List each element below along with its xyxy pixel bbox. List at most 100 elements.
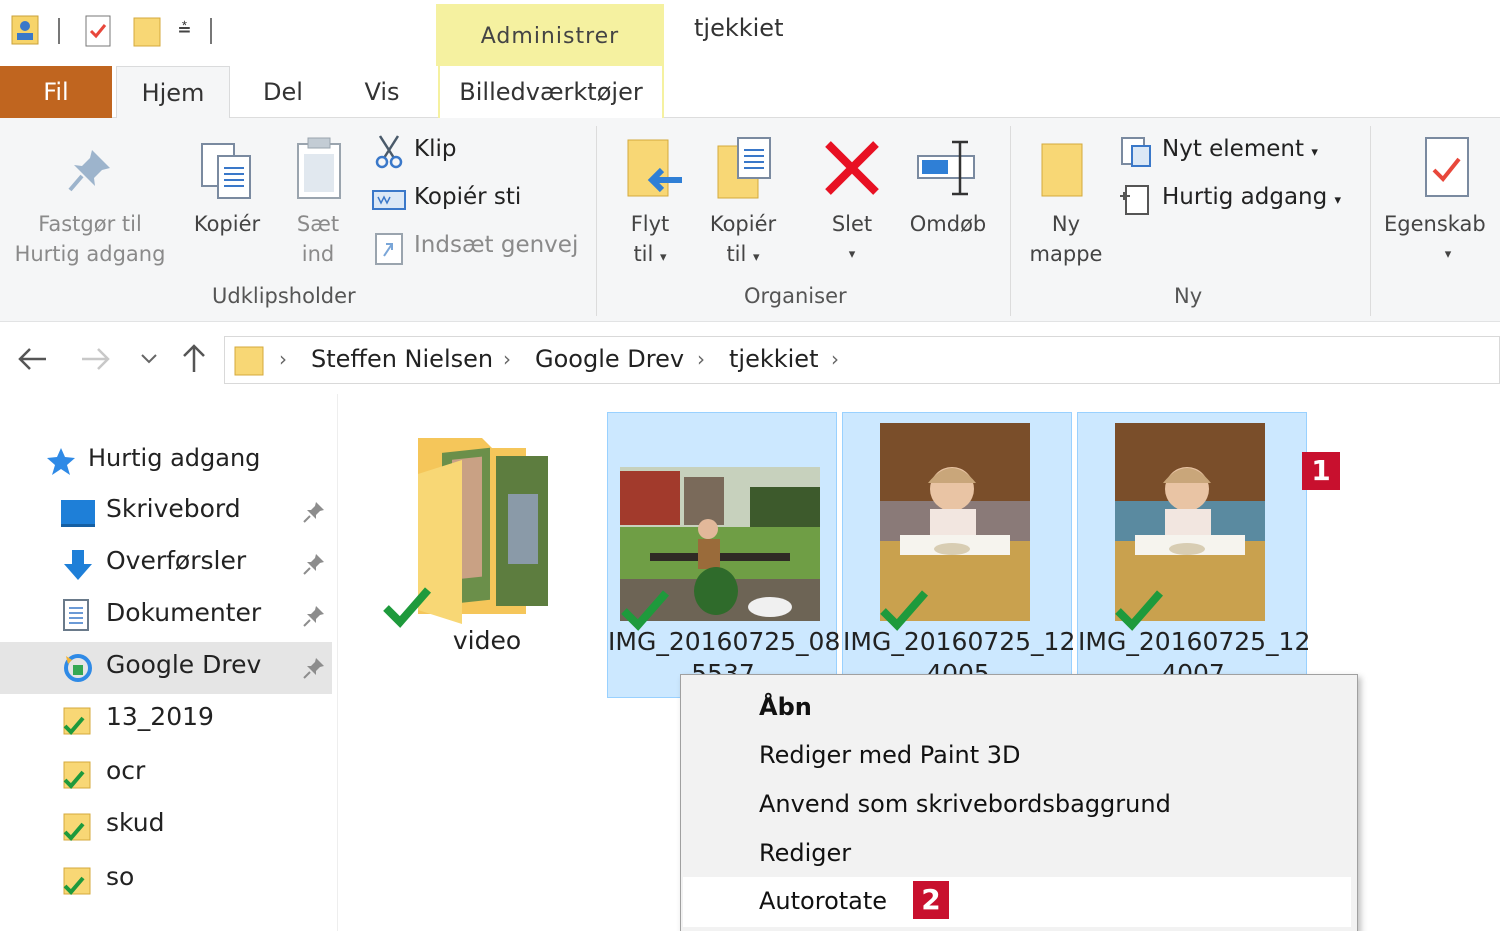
- new-folder-label-1: Ny: [1051, 212, 1081, 236]
- nav-item-folder[interactable]: skud: [0, 800, 332, 852]
- image-file-tile[interactable]: IMG_20160725_12 4007: [1077, 412, 1310, 698]
- breadcrumb-separator-icon[interactable]: ›: [503, 347, 511, 371]
- dropdown-arrow-icon: ▾: [1334, 193, 1342, 208]
- tab-file[interactable]: Fil: [0, 66, 112, 118]
- properties-button[interactable]: Egenskab ▾: [1378, 136, 1500, 276]
- context-tab-label: Administrer: [480, 24, 620, 49]
- video-folder-icon: [418, 438, 548, 624]
- breadcrumb-item[interactable]: tjekkiet: [729, 345, 818, 373]
- new-folder-button[interactable]: Ny mappe: [1020, 136, 1112, 276]
- title-bar: ⩮ Administrer tjekkiet: [0, 0, 1500, 66]
- rename-button[interactable]: Omdøb: [898, 136, 998, 276]
- documents-icon: [63, 599, 89, 631]
- sync-check-icon: [880, 590, 929, 631]
- paste-label-2: ind: [301, 242, 335, 266]
- paste-shortcut-icon: [375, 233, 403, 265]
- new-item-button[interactable]: Nyt element ▾: [1116, 132, 1366, 172]
- delete-label: Slet: [831, 212, 873, 236]
- breadcrumb-item[interactable]: Google Drev: [535, 345, 684, 373]
- nav-item-google-drive[interactable]: Google Drev: [0, 642, 332, 694]
- checklist-icon[interactable]: [84, 14, 112, 48]
- paste-button[interactable]: Sæt ind: [284, 136, 352, 276]
- copy-path-button[interactable]: Kopiér sti: [370, 180, 590, 220]
- cut-button[interactable]: Klip: [370, 132, 590, 172]
- pin-icon[interactable]: [302, 552, 326, 576]
- up-arrow-icon[interactable]: [180, 342, 208, 374]
- pin-icon[interactable]: [302, 656, 326, 680]
- folder-item[interactable]: video: [372, 418, 592, 688]
- copy-path-label: Kopiér sti: [414, 184, 522, 210]
- separator: [58, 18, 60, 44]
- delete-x-icon: [825, 141, 879, 195]
- paste-shortcut-button[interactable]: Indsæt genvej: [370, 228, 590, 268]
- nav-item-folder[interactable]: so: [0, 854, 332, 906]
- tab-picture-tools[interactable]: Billedværktøjer: [438, 66, 664, 118]
- group-separator: [1370, 126, 1371, 316]
- file-name: IMG_20160725_08: [608, 627, 841, 656]
- nav-item-desktop[interactable]: Skrivebord: [0, 486, 332, 538]
- image-file-tile[interactable]: IMG_20160725_08 5537: [607, 412, 841, 698]
- window-title: tjekkiet: [694, 14, 784, 42]
- folder-icon: [234, 346, 264, 376]
- nav-item-downloads[interactable]: Overførsler: [0, 538, 332, 590]
- recent-locations-chevron-icon[interactable]: [140, 352, 158, 366]
- customize-toolbar-icon[interactable]: ⩮: [178, 16, 191, 41]
- nav-item-label: skud: [106, 808, 165, 837]
- copy-to-button[interactable]: Kopiér til ▾: [700, 136, 786, 276]
- back-arrow-icon[interactable]: [16, 346, 48, 372]
- pin-icon[interactable]: [302, 604, 326, 628]
- tab-home[interactable]: Hjem: [116, 66, 230, 119]
- image-file-tile[interactable]: IMG_20160725_12 4005: [842, 412, 1076, 698]
- pin-icon[interactable]: [302, 500, 326, 524]
- nav-item-folder[interactable]: 13_2019: [0, 694, 332, 746]
- breadcrumb-separator-icon[interactable]: ›: [831, 347, 839, 371]
- easy-access-icon: [1120, 185, 1149, 215]
- pin-quick-access-button[interactable]: Fastgør til Hurtig adgang: [0, 136, 180, 276]
- forward-arrow-icon[interactable]: [80, 346, 112, 372]
- nav-quick-access[interactable]: Hurtig adgang: [0, 434, 332, 486]
- nav-item-documents[interactable]: Dokumenter: [0, 590, 332, 642]
- move-to-label-1: Flyt: [630, 212, 670, 236]
- navigation-pane: Hurtig adgang Skrivebord Overførsler Dok…: [0, 394, 338, 931]
- breadcrumb-separator-icon[interactable]: ›: [697, 347, 705, 371]
- menu-item-set-desktop-background[interactable]: Anvend som skrivebordsbaggrund: [759, 790, 1171, 818]
- address-bar[interactable]: › Steffen Nielsen › Google Drev › tjekki…: [224, 336, 1500, 384]
- dropdown-arrow-icon: ▾: [1444, 247, 1452, 262]
- properties-icon[interactable]: [10, 14, 40, 46]
- google-drive-sync-icon: [64, 654, 92, 682]
- rename-label: Omdøb: [909, 212, 987, 236]
- synced-folder-icon: [63, 813, 91, 841]
- pin-label-1: Fastgør til: [38, 212, 142, 236]
- tab-view[interactable]: Vis: [350, 66, 414, 118]
- new-item-label: Nyt element: [1162, 136, 1304, 162]
- menu-item-open[interactable]: Åbn: [759, 693, 812, 721]
- ribbon-tabs: Fil Hjem Del Vis Billedværktøjer: [0, 66, 1500, 119]
- paste-label-1: Sæt: [296, 212, 340, 236]
- breadcrumb-separator-icon: ›: [279, 347, 287, 371]
- sync-check-icon: [1115, 590, 1164, 631]
- file-name: IMG_20160725_12: [843, 627, 1076, 656]
- scissors-icon: [375, 135, 403, 169]
- group-separator: [1010, 126, 1011, 316]
- tab-share[interactable]: Del: [250, 66, 316, 118]
- nav-item-label: Overførsler: [106, 546, 247, 575]
- easy-access-button[interactable]: Hurtig adgang ▾: [1116, 180, 1366, 220]
- move-to-button[interactable]: Flyt til ▾: [610, 136, 690, 276]
- delete-button[interactable]: Slet ▾: [812, 136, 892, 276]
- sync-check-icon: [383, 587, 432, 628]
- copy-button[interactable]: Kopiér: [184, 136, 270, 276]
- download-arrow-icon: [64, 550, 92, 580]
- nav-item-folder[interactable]: ocr: [0, 748, 332, 800]
- easy-access-label: Hurtig adgang: [1162, 184, 1328, 210]
- new-folder-icon[interactable]: [132, 14, 162, 48]
- breadcrumb-item[interactable]: Steffen Nielsen: [311, 345, 493, 373]
- copy-to-icon: [717, 137, 771, 199]
- synced-folder-icon: [63, 707, 91, 735]
- context-tab-administrer: Administrer: [436, 4, 664, 66]
- paste-shortcut-label: Indsæt genvej: [414, 232, 579, 258]
- menu-item-edit-paint3d[interactable]: Rediger med Paint 3D: [759, 741, 1021, 769]
- menu-item-autorotate[interactable]: Autorotate 2: [683, 877, 1351, 927]
- nav-item-label: so: [106, 862, 135, 891]
- separator: [210, 18, 212, 44]
- menu-item-edit[interactable]: Rediger: [759, 839, 851, 867]
